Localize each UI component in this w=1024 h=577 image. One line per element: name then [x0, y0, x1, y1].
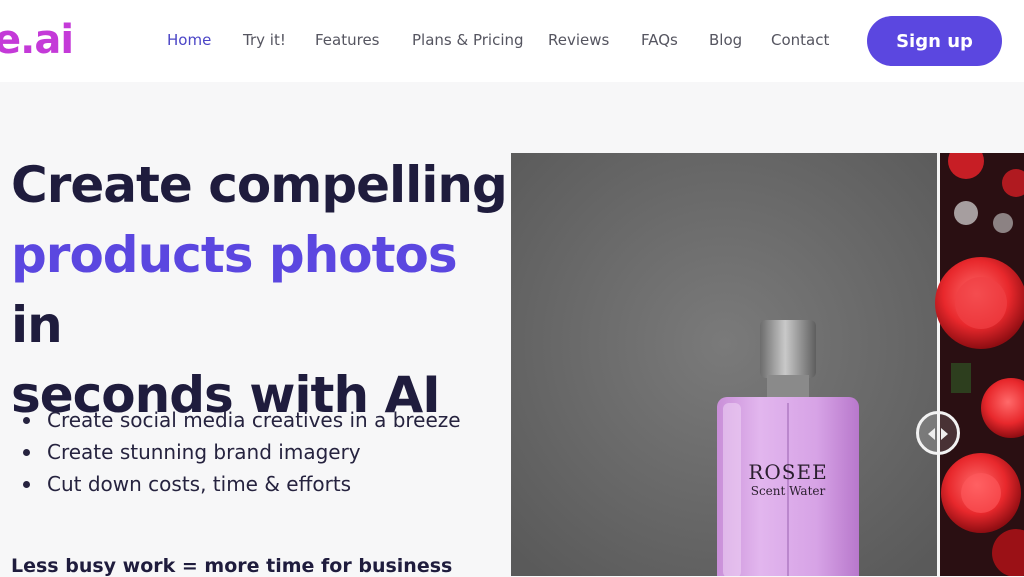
- benefit-item: Cut down costs, time & efforts: [23, 468, 461, 500]
- hero-accent: products photos: [11, 226, 458, 284]
- site-header: e.ai Home Try it! Features Plans & Prici…: [0, 0, 1024, 82]
- brand-logo[interactable]: e.ai: [0, 16, 74, 64]
- nav-contact[interactable]: Contact: [771, 31, 829, 49]
- nav-reviews[interactable]: Reviews: [548, 31, 609, 49]
- nav-plans-pricing[interactable]: Plans & Pricing: [412, 31, 524, 49]
- hero-line-1: Create compelling: [11, 156, 508, 214]
- roses-background-icon: [935, 153, 1024, 576]
- hero-line-2-rest: in: [11, 296, 63, 354]
- benefit-item: Create stunning brand imagery: [23, 436, 461, 468]
- benefit-item: Create social media creatives in a breez…: [23, 404, 461, 436]
- nav-home[interactable]: Home: [167, 31, 211, 49]
- signup-button[interactable]: Sign up: [867, 16, 1002, 66]
- arrow-right-icon: [941, 428, 948, 440]
- nav-features[interactable]: Features: [315, 31, 380, 49]
- svg-text:ROSEE: ROSEE: [748, 460, 827, 484]
- perfume-bottle-icon: ROSEE Scent Water: [511, 153, 938, 576]
- nav-blog[interactable]: Blog: [709, 31, 742, 49]
- before-after-image: ROSEE Scent Water: [511, 153, 1024, 576]
- nav-try-it[interactable]: Try it!: [243, 31, 286, 49]
- hero-heading: Create compelling products photos in sec…: [11, 150, 511, 430]
- svg-text:Scent Water: Scent Water: [751, 484, 826, 498]
- arrow-left-icon: [928, 428, 935, 440]
- benefit-list: Create social media creatives in a breez…: [23, 404, 461, 500]
- compare-slider-icon[interactable]: [916, 411, 960, 455]
- nav-faqs[interactable]: FAQs: [641, 31, 678, 49]
- hero-tagline: Less busy work = more time for business: [11, 555, 453, 577]
